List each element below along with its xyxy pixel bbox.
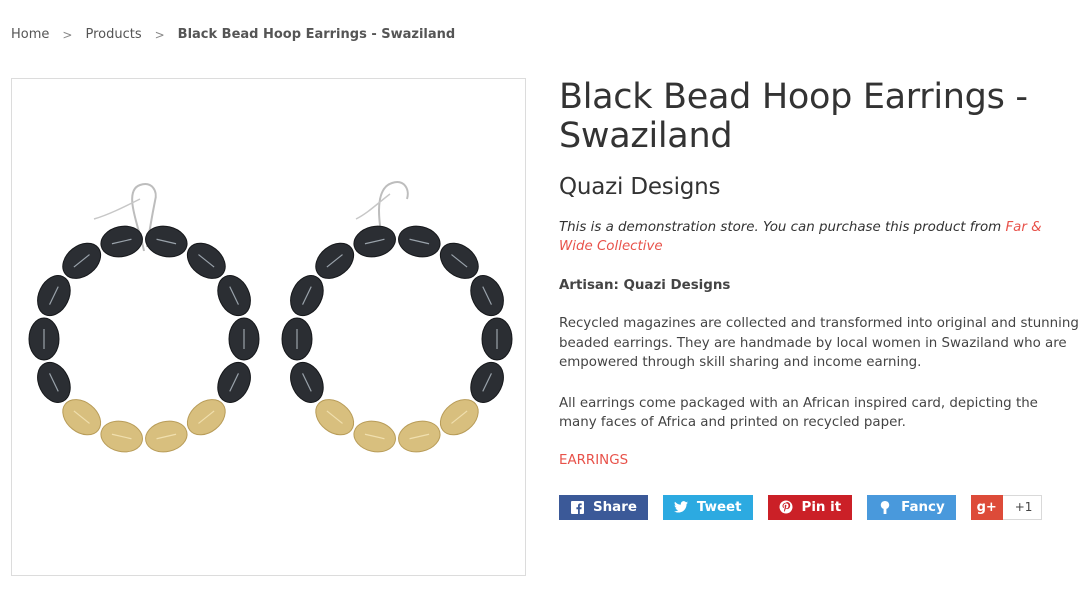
twitter-icon	[673, 500, 688, 514]
pinterest-pin-label: Pin it	[801, 499, 842, 515]
fancy-button[interactable]: Fancy	[867, 494, 956, 520]
facebook-share-button[interactable]: Share	[559, 494, 648, 520]
breadcrumb-home[interactable]: Home	[11, 27, 49, 42]
google-plus-icon: g+	[970, 494, 1003, 520]
breadcrumb-separator: >	[154, 27, 165, 42]
pinterest-pin-button[interactable]: Pin it	[767, 494, 853, 520]
demo-notice: This is a demonstration store. You can p…	[559, 218, 1079, 256]
earrings-image	[28, 181, 513, 453]
fancy-icon	[878, 500, 892, 514]
description-paragraph: Recycled magazines are collected and tra…	[559, 316, 1079, 370]
facebook-icon	[570, 500, 584, 514]
product-title: Black Bead Hoop Earrings - Swaziland	[559, 77, 1028, 156]
left-earring	[28, 225, 260, 453]
demo-notice-text: This is a demonstration store. You can p…	[559, 220, 1006, 235]
breadcrumb-current: Black Bead Hoop Earrings - Swaziland	[177, 27, 456, 42]
facebook-share-label: Share	[593, 499, 637, 515]
breadcrumb-separator: >	[62, 27, 73, 42]
tag-earrings-link[interactable]: EARRINGS	[559, 453, 1079, 468]
product-vendor[interactable]: Quazi Designs	[559, 174, 1079, 200]
right-earring	[281, 225, 513, 453]
social-share-bar: Share Tweet Pin it Fancy g+ +1	[559, 494, 1079, 520]
artisan-label: Artisan: Quazi Designs	[559, 278, 731, 293]
pinterest-icon	[779, 500, 793, 514]
description-paragraph: All earrings come packaged with an Afric…	[559, 395, 1038, 431]
twitter-tweet-button[interactable]: Tweet	[662, 494, 753, 520]
google-plus-count: +1	[1002, 494, 1043, 520]
breadcrumb: Home > Products > Black Bead Hoop Earrin…	[11, 27, 455, 42]
product-info: Black Bead Hoop Earrings - Swaziland Qua…	[559, 78, 1079, 520]
breadcrumb-products[interactable]: Products	[85, 27, 141, 42]
google-plus-button[interactable]: g+ +1	[970, 494, 1043, 520]
twitter-tweet-label: Tweet	[696, 499, 742, 515]
fancy-label: Fancy	[901, 499, 945, 515]
product-image[interactable]	[11, 78, 526, 576]
